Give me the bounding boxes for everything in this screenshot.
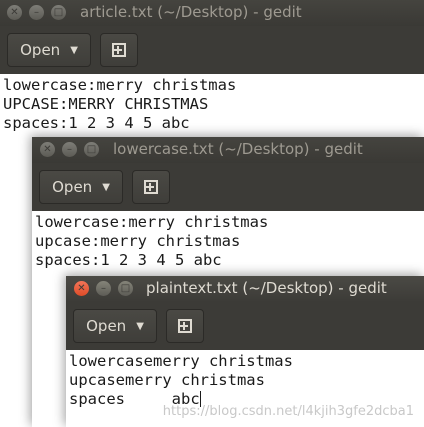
window-title: article.txt (~/Desktop) - gedit [80,3,302,21]
new-document-icon [112,43,126,57]
open-button-label: Open [20,41,61,59]
open-button-label: Open [86,317,127,335]
text-line: lowercase:merry christmas [35,213,269,231]
maximize-icon[interactable]: □ [84,142,99,157]
chevron-down-icon: ▼ [102,181,110,193]
header-toolbar: Open ▼ [0,26,424,74]
maximize-icon[interactable]: □ [118,281,133,296]
text-line: lowercase:merry christmas [3,76,237,94]
open-button[interactable]: Open ▼ [39,170,123,204]
close-icon[interactable]: ✕ [74,281,89,296]
minimize-icon[interactable]: – [96,281,111,296]
watermark: https://blog.csdn.net/l4kjih3gfe2dcba1 [162,404,414,419]
maximize-icon[interactable]: □ [51,5,66,20]
text-editor[interactable]: lowercasemerry christmas upcasemerry chr… [66,350,424,427]
gedit-window-plaintext: ✕ – □ plaintext.txt (~/Desktop) - gedit … [66,276,424,427]
window-title: lowercase.txt (~/Desktop) - gedit [113,140,363,158]
minimize-icon[interactable]: – [62,142,77,157]
text-line: upcasemerry christmas [69,371,265,389]
close-icon[interactable]: ✕ [7,5,22,20]
open-button[interactable]: Open ▼ [73,309,157,343]
text-line: spaces:1 2 3 4 5 abc [35,251,222,269]
header-toolbar: Open ▼ [32,163,424,211]
new-document-icon [178,319,192,333]
text-line: upcase:merry christmas [35,232,241,250]
chevron-down-icon: ▼ [70,44,78,56]
title-bar[interactable]: ✕ – □ lowercase.txt (~/Desktop) - gedit [32,137,424,163]
title-bar[interactable]: ✕ – □ article.txt (~/Desktop) - gedit [0,0,424,26]
new-document-button[interactable] [132,170,170,204]
close-icon[interactable]: ✕ [40,142,55,157]
text-line: lowercasemerry christmas [69,352,293,370]
window-title: plaintext.txt (~/Desktop) - gedit [146,279,387,297]
chevron-down-icon: ▼ [136,320,144,332]
minimize-icon[interactable]: – [29,5,44,20]
title-bar[interactable]: ✕ – □ plaintext.txt (~/Desktop) - gedit [66,276,424,302]
header-toolbar: Open ▼ [66,302,424,350]
open-button[interactable]: Open ▼ [7,33,91,67]
open-button-label: Open [52,178,93,196]
new-document-button[interactable] [100,33,138,67]
new-document-button[interactable] [166,309,204,343]
text-line: UPCASE:MERRY CHRISTMAS [3,95,209,113]
text-line: spaces:1 2 3 4 5 abc [3,114,190,132]
new-document-icon [144,180,158,194]
